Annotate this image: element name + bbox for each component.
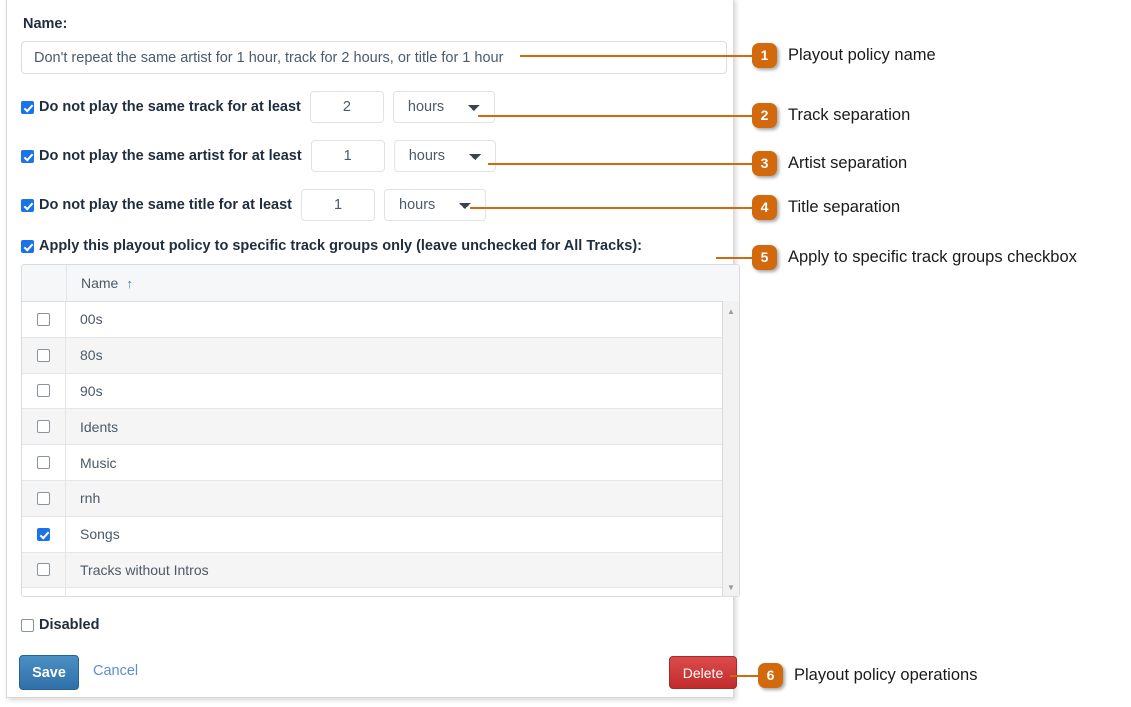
row-checkbox[interactable] <box>37 313 50 326</box>
scroll-down-icon[interactable]: ▼ <box>723 579 739 595</box>
track-separation-checkbox[interactable] <box>21 101 34 114</box>
callout-label-3: Artist separation <box>788 154 907 173</box>
callout-leader-line-1 <box>520 55 752 57</box>
row-name: rnh <box>66 490 739 506</box>
table-row[interactable]: Idents <box>22 409 739 445</box>
title-separation-unit-select[interactable]: hours <box>384 189 486 221</box>
row-checkbox-cell <box>22 338 66 373</box>
row-name: 80s <box>66 347 739 363</box>
callout-leader-line-3 <box>488 163 752 165</box>
row-checkbox[interactable] <box>37 563 50 576</box>
row-name: Music <box>66 455 739 471</box>
callout-label-5: Apply to specific track groups checkbox <box>788 248 1077 267</box>
callout-2: 2 Track separation <box>752 102 910 128</box>
callout-leader-line-5 <box>716 257 752 259</box>
row-checkbox-cell <box>22 517 66 552</box>
callout-badge-6: 6 <box>758 663 783 688</box>
track-groups-grid: Name ↑ 00s 80s <box>21 264 740 597</box>
grid-header-name-label: Name <box>81 275 118 291</box>
table-row[interactable]: Tracks without Intros <box>22 553 739 589</box>
callout-badge-2: 2 <box>752 103 777 128</box>
save-button[interactable]: Save <box>19 655 79 690</box>
track-separation-unit-select[interactable]: hours <box>393 91 495 123</box>
callout-5: 5 Apply to specific track groups checkbo… <box>752 244 1077 270</box>
playout-policy-panel: Name: Do not play the same track for at … <box>6 0 734 698</box>
row-checkbox[interactable] <box>37 349 50 362</box>
row-name: 90s <box>66 383 739 399</box>
apply-track-groups-label: Apply this playout policy to specific tr… <box>39 238 642 254</box>
artist-separation-label: Do not play the same artist for at least <box>39 148 302 164</box>
grid-header-name-cell[interactable]: Name ↑ <box>67 265 739 301</box>
callout-label-1: Playout policy name <box>788 46 936 65</box>
grid-body: 00s 80s 90s <box>22 302 739 597</box>
row-name: Songs <box>66 526 739 542</box>
grid-header-row: Name ↑ <box>22 265 739 302</box>
artist-separation-amount-input[interactable] <box>311 140 385 172</box>
row-checkbox-cell <box>22 445 66 480</box>
grid-vertical-scrollbar[interactable]: ▲ ▼ <box>722 301 739 597</box>
row-checkbox-cell <box>22 302 66 337</box>
row-checkbox[interactable] <box>37 420 50 433</box>
callout-leader-line-6 <box>730 675 758 677</box>
callout-leader-line-2 <box>478 115 752 117</box>
table-row[interactable]: rnh <box>22 481 739 517</box>
callout-4: 4 Title separation <box>752 194 900 220</box>
title-separation-label: Do not play the same title for at least <box>39 197 292 213</box>
row-name: Idents <box>66 419 739 435</box>
policy-name-input[interactable] <box>21 41 727 74</box>
callout-label-6: Playout policy operations <box>794 666 977 685</box>
scroll-up-icon[interactable]: ▲ <box>723 303 739 319</box>
callout-badge-3: 3 <box>752 151 777 176</box>
callout-6: 6 Playout policy operations <box>758 662 977 688</box>
callout-leader-line-4 <box>470 207 752 209</box>
rule-row-title: Do not play the same title for at least … <box>21 189 486 221</box>
disabled-row: Disabled <box>21 617 99 633</box>
rule-row-track: Do not play the same track for at least … <box>21 91 495 123</box>
apply-track-groups-row: Apply this playout policy to specific tr… <box>21 238 642 254</box>
delete-button[interactable]: Delete <box>669 656 737 689</box>
apply-track-groups-checkbox[interactable] <box>21 240 34 253</box>
row-checkbox-cell <box>22 374 66 409</box>
callout-label-2: Track separation <box>788 106 910 125</box>
panel-content: Name: Do not play the same track for at … <box>7 0 733 697</box>
row-checkbox[interactable] <box>37 492 50 505</box>
row-checkbox-cell <box>22 553 66 588</box>
table-row[interactable]: Songs <box>22 517 739 553</box>
cancel-link[interactable]: Cancel <box>93 663 138 679</box>
grid-header-checkbox-cell <box>22 265 67 301</box>
track-separation-label: Do not play the same track for at least <box>39 99 301 115</box>
row-checkbox[interactable] <box>37 456 50 469</box>
table-row[interactable]: Music <box>22 445 739 481</box>
callout-3: 3 Artist separation <box>752 150 907 176</box>
row-checkbox-cell <box>22 588 66 597</box>
row-name: 00s <box>66 311 739 327</box>
rule-row-artist: Do not play the same artist for at least… <box>21 140 496 172</box>
callout-badge-1: 1 <box>752 43 777 68</box>
callout-1: 1 Playout policy name <box>752 42 936 68</box>
callout-badge-5: 5 <box>752 245 777 270</box>
row-checkbox[interactable] <box>37 384 50 397</box>
title-separation-checkbox[interactable] <box>21 199 34 212</box>
sort-ascending-icon: ↑ <box>126 277 133 290</box>
callout-badge-4: 4 <box>752 195 777 220</box>
track-separation-amount-input[interactable] <box>310 91 384 123</box>
row-name: Tracks without Intros <box>66 562 739 578</box>
artist-separation-checkbox[interactable] <box>21 150 34 163</box>
table-row-empty <box>22 588 739 597</box>
row-checkbox-cell <box>22 481 66 516</box>
screenshot-root: Name: Do not play the same track for at … <box>0 0 1131 707</box>
table-row[interactable]: 00s <box>22 302 739 338</box>
name-field-label: Name: <box>23 16 67 32</box>
table-row[interactable]: 90s <box>22 374 739 410</box>
disabled-checkbox[interactable] <box>21 619 34 632</box>
disabled-label: Disabled <box>39 617 99 633</box>
row-checkbox[interactable] <box>37 528 50 541</box>
callout-label-4: Title separation <box>788 198 900 217</box>
table-row[interactable]: 80s <box>22 338 739 374</box>
artist-separation-unit-select[interactable]: hours <box>394 140 496 172</box>
title-separation-amount-input[interactable] <box>301 189 375 221</box>
row-checkbox-cell <box>22 409 66 444</box>
